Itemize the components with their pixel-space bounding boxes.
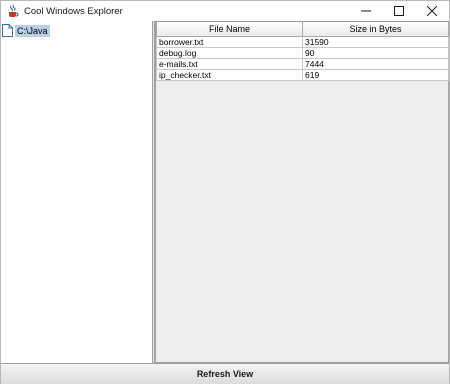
table-header-row: File Name Size in Bytes bbox=[156, 22, 449, 37]
close-icon bbox=[427, 6, 437, 16]
tree-node-root[interactable]: C:\Java bbox=[2, 24, 50, 37]
file-table: File Name Size in Bytes borrower.txt 315… bbox=[156, 22, 449, 81]
window-title: Cool Windows Explorer bbox=[24, 5, 123, 17]
table-row[interactable]: e-mails.txt 7444 bbox=[156, 58, 449, 70]
file-name-cell[interactable]: e-mails.txt bbox=[156, 58, 303, 70]
table-row[interactable]: borrower.txt 31590 bbox=[156, 36, 449, 48]
file-name-cell[interactable]: ip_checker.txt bbox=[156, 69, 303, 81]
file-size-cell[interactable]: 7444 bbox=[302, 58, 449, 70]
file-icon bbox=[2, 24, 13, 37]
folder-tree[interactable]: C:\Java bbox=[1, 21, 153, 363]
column-header-size[interactable]: Size in Bytes bbox=[302, 22, 449, 37]
file-size-cell[interactable]: 31590 bbox=[302, 36, 449, 48]
file-name-cell[interactable]: borrower.txt bbox=[156, 36, 303, 48]
java-cup-icon bbox=[6, 4, 20, 18]
minimize-icon bbox=[361, 10, 371, 12]
maximize-icon bbox=[394, 6, 404, 16]
table-row[interactable]: ip_checker.txt 619 bbox=[156, 69, 449, 81]
app-window: Cool Windows Explorer C:\Java File Name … bbox=[0, 0, 450, 384]
maximize-button[interactable] bbox=[383, 1, 415, 21]
file-size-cell[interactable]: 619 bbox=[302, 69, 449, 81]
column-header-file-name[interactable]: File Name bbox=[156, 22, 303, 37]
title-bar[interactable]: Cool Windows Explorer bbox=[1, 1, 449, 21]
file-table-pane: File Name Size in Bytes borrower.txt 315… bbox=[155, 21, 449, 363]
file-size-cell[interactable]: 90 bbox=[302, 47, 449, 59]
minimize-button[interactable] bbox=[350, 1, 382, 21]
refresh-view-button[interactable]: Refresh View bbox=[1, 363, 449, 384]
tree-node-label: C:\Java bbox=[15, 24, 50, 37]
file-name-cell[interactable]: debug.log bbox=[156, 47, 303, 59]
close-button[interactable] bbox=[416, 1, 448, 21]
table-row[interactable]: debug.log 90 bbox=[156, 47, 449, 59]
